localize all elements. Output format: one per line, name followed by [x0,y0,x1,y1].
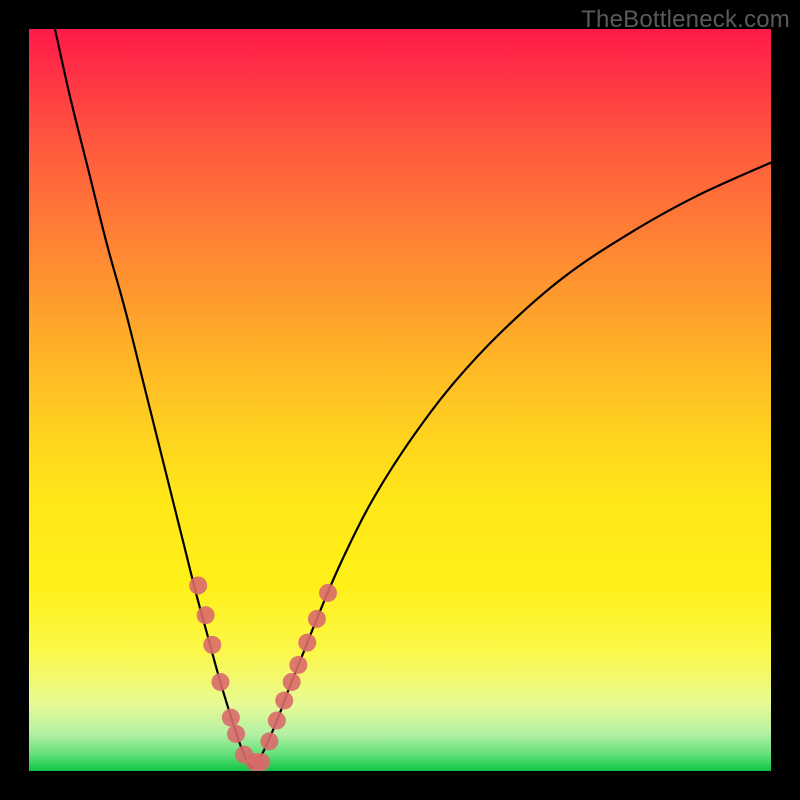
data-dot [298,634,316,652]
curve-right-branch [252,163,771,769]
data-dot [222,709,240,727]
data-dot [283,673,301,691]
data-dot [275,692,293,710]
chart-container: TheBottleneck.com [0,0,800,800]
data-dot [203,636,221,654]
data-dot [268,712,286,730]
data-dot [252,753,270,771]
data-dot [289,656,307,674]
chart-svg [29,29,771,771]
data-dot [308,610,326,628]
data-dot [189,577,207,595]
curve-layer [55,29,771,769]
watermark-text: TheBottleneck.com [581,6,790,34]
data-dot [319,584,337,602]
curve-left-branch [55,29,252,769]
dot-layer [189,577,337,772]
data-dot [211,673,229,691]
data-dot [260,732,278,750]
data-dot [227,725,245,743]
data-dot [197,606,215,624]
